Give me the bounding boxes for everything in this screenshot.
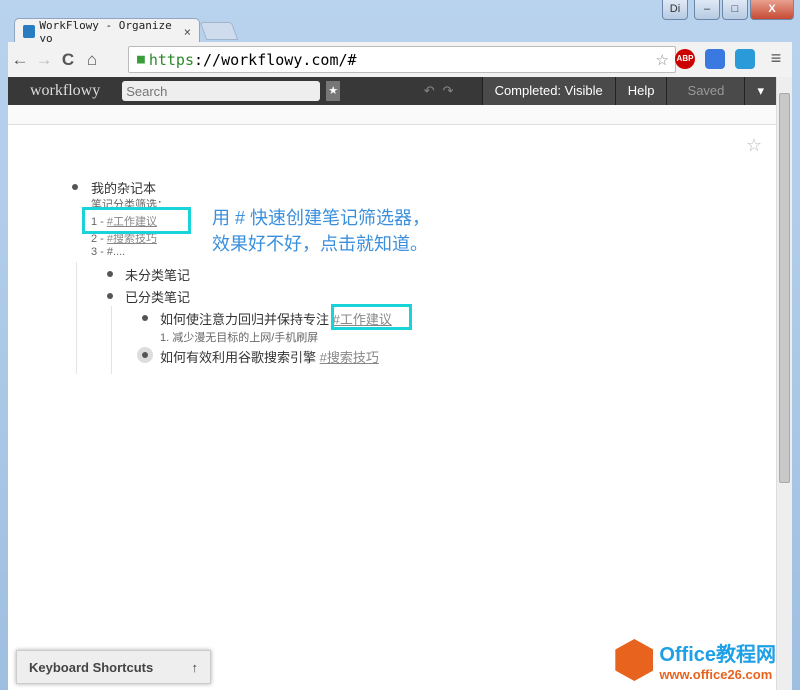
outline-item[interactable]: 未分类笔记 <box>125 265 190 284</box>
bullet-icon[interactable] <box>72 184 78 190</box>
undo-redo-icon[interactable]: ↶↷ <box>424 83 462 99</box>
watermark: Office教程网www.office26.com <box>615 638 776 682</box>
item-text[interactable]: 如何使注意力回归并保持专注 <box>160 312 333 327</box>
url-rest: ://workflowy.com/# <box>194 51 357 69</box>
back-button[interactable]: ← <box>8 50 32 70</box>
outline-item-root[interactable]: 我的杂记本 <box>91 178 156 197</box>
extension-icon[interactable] <box>705 49 725 69</box>
bullet-icon[interactable] <box>107 293 113 299</box>
saved-status: Saved <box>666 77 744 105</box>
office-logo-icon <box>615 639 653 681</box>
bullet-icon[interactable] <box>142 352 148 358</box>
item-note: 1. 减少漫无目标的上网/手机刷屏 <box>160 329 318 345</box>
browser-toolbar: ← → C ⌂ ■ https ://workflowy.com/# ☆ ABP… <box>8 42 792 77</box>
close-window-button[interactable]: X <box>750 0 794 20</box>
browser-tab[interactable]: WorkFlowy - Organize yo × <box>14 18 200 44</box>
indent-guide <box>76 262 77 374</box>
starred-button[interactable]: ★ <box>326 81 340 101</box>
ime-indicator[interactable]: Di <box>662 0 688 20</box>
tag-link[interactable]: #搜索技巧 <box>107 233 157 245</box>
note-prefix: 2 - <box>91 233 107 245</box>
bullet-icon[interactable] <box>142 315 148 321</box>
help-button[interactable]: Help <box>615 77 667 105</box>
outline-item: 如何有效利用谷歌搜索引擎 #搜索技巧 <box>160 347 379 366</box>
bookmark-star-icon[interactable]: ☆ <box>656 51 669 69</box>
completed-toggle-button[interactable]: Completed: Visible <box>482 77 615 105</box>
workflowy-favicon-icon <box>23 25 35 38</box>
forward-button[interactable]: → <box>32 50 56 70</box>
arrow-up-icon: ↑ <box>192 660 199 675</box>
annotation-line: 效果好不好，点击就知道。 <box>212 231 430 257</box>
watermark-url: www.office26.com <box>659 667 776 682</box>
annotation-text: 用 # 快速创建笔记筛选器，效果好不好，点击就知道。 <box>212 205 430 257</box>
address-bar[interactable]: ■ https ://workflowy.com/# ☆ <box>128 46 676 73</box>
lock-icon: ■ <box>137 52 145 67</box>
bullet-icon[interactable] <box>107 271 113 277</box>
reload-button[interactable]: C <box>56 50 80 70</box>
workflowy-logo[interactable]: workflowy <box>8 82 122 100</box>
menu-icon[interactable]: ≡ <box>764 48 788 69</box>
highlight-box <box>82 207 191 234</box>
header-band <box>8 105 776 125</box>
star-page-icon[interactable]: ☆ <box>746 135 762 156</box>
keyboard-shortcuts-button[interactable]: Keyboard Shortcuts ↑ <box>16 650 211 684</box>
outline-item[interactable]: 已分类笔记 <box>125 287 190 306</box>
maximize-button[interactable]: □ <box>722 0 748 20</box>
workflowy-header: workflowy ★ ↶↷ Completed: Visible Help S… <box>8 77 776 105</box>
annotation-line: 用 # 快速创建笔记筛选器， <box>212 205 430 231</box>
highlight-box <box>331 304 412 330</box>
scrollbar[interactable] <box>776 77 792 690</box>
item-text[interactable]: 如何有效利用谷歌搜索引擎 <box>160 350 320 365</box>
search-input[interactable] <box>122 81 320 101</box>
new-tab-button[interactable] <box>200 22 239 40</box>
indent-guide <box>111 306 112 374</box>
window-controls: Di – □ X <box>662 0 794 20</box>
url-scheme: https <box>149 51 194 69</box>
evernote-extension-icon[interactable] <box>735 49 755 69</box>
watermark-brand: Office教程网 <box>659 638 776 667</box>
tab-close-icon[interactable]: × <box>184 25 191 39</box>
scrollbar-thumb[interactable] <box>779 93 790 483</box>
adblock-icon[interactable]: ABP <box>675 49 695 69</box>
note-line-3: 3 - #.... <box>91 246 125 258</box>
minimize-button[interactable]: – <box>694 0 720 20</box>
tab-title: WorkFlowy - Organize yo <box>39 19 183 45</box>
tag-link[interactable]: #搜索技巧 <box>320 350 379 365</box>
keyboard-shortcuts-label: Keyboard Shortcuts <box>29 660 153 675</box>
home-button[interactable]: ⌂ <box>80 50 104 70</box>
settings-dropdown-button[interactable]: ▾ <box>744 77 776 105</box>
